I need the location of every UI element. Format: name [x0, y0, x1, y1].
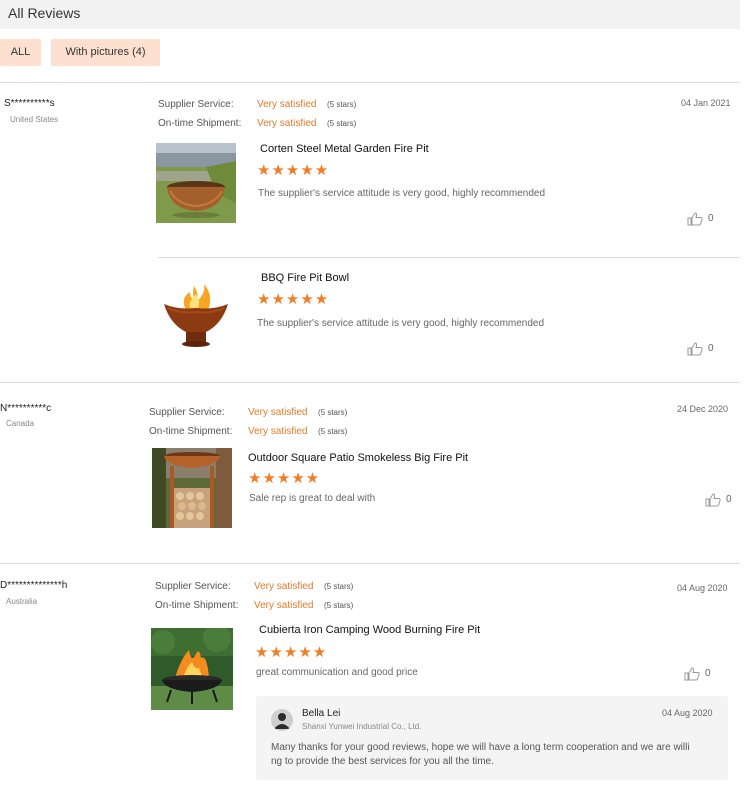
product-name[interactable]: BBQ Fire Pit Bowl [261, 272, 349, 284]
product-name[interactable]: Cubierta Iron Camping Wood Burning Fire … [259, 624, 480, 636]
reviewer-country: Canada [6, 419, 35, 428]
like-button[interactable]: 0 [684, 667, 736, 683]
divider [0, 382, 740, 383]
reply-author-name: Bella Lei [302, 708, 341, 719]
star-rating: ★★★★★ [248, 470, 321, 487]
filter-with-pictures-button[interactable]: With pictures (4) [51, 39, 160, 66]
item-divider [158, 257, 740, 258]
reviewer-name: S**********s [4, 98, 55, 109]
on-time-shipment-stars: (5 stars) [327, 119, 357, 128]
thumbs-up-icon [684, 667, 700, 681]
product-image[interactable] [156, 143, 236, 223]
supplier-service-label: Supplier Service: [149, 407, 225, 418]
on-time-shipment-stars: (5 stars) [324, 601, 354, 610]
product-image[interactable] [152, 448, 232, 528]
thumbs-up-icon [705, 493, 721, 507]
star-rating: ★★★★★ [257, 162, 330, 179]
like-count: 0 [708, 343, 714, 354]
review-comment: The supplier's service attitude is very … [257, 318, 545, 329]
reviewer-name: N**********c [0, 403, 52, 414]
supplier-reply: Bella Lei Shanxi Yunwei Industrial Co., … [256, 696, 728, 780]
review-comment: Sale rep is great to deal with [249, 493, 376, 504]
review-comment: The supplier's service attitude is very … [258, 188, 546, 199]
product-name[interactable]: Outdoor Square Patio Smokeless Big Fire … [248, 452, 468, 464]
supplier-service-label: Supplier Service: [158, 99, 234, 110]
thumbs-up-icon [687, 342, 703, 356]
reply-company: Shanxi Yunwei Industrial Co., Ltd. [302, 722, 422, 731]
filter-all-button[interactable]: ALL [0, 39, 41, 66]
on-time-shipment-value: Very satisfied [248, 426, 308, 437]
on-time-shipment-stars: (5 stars) [318, 427, 348, 436]
like-count: 0 [708, 213, 714, 224]
review-date: 24 Dec 2020 [677, 404, 729, 414]
supplier-service-stars: (5 stars) [324, 582, 354, 591]
supplier-service-value: Very satisfied [248, 407, 308, 418]
on-time-shipment-value: Very satisfied [254, 600, 314, 611]
like-count: 0 [705, 668, 711, 679]
review-date: 04 Jan 2021 [681, 98, 731, 108]
divider [0, 82, 740, 83]
star-rating: ★★★★★ [257, 291, 330, 308]
like-button[interactable]: 0 [687, 212, 739, 228]
on-time-shipment-label: On-time Shipment: [155, 600, 239, 611]
product-image[interactable] [151, 628, 233, 710]
reviewer-country: Australia [6, 597, 38, 606]
product-image[interactable] [156, 278, 236, 358]
on-time-shipment-label: On-time Shipment: [158, 118, 242, 129]
supplier-service-label: Supplier Service: [155, 581, 231, 592]
on-time-shipment-label: On-time Shipment: [149, 426, 233, 437]
reply-date: 04 Aug 2020 [662, 708, 713, 718]
user-avatar-icon [271, 709, 293, 731]
page-title: All Reviews [8, 5, 81, 21]
star-rating: ★★★★★ [255, 644, 328, 661]
supplier-service-stars: (5 stars) [318, 408, 348, 417]
product-name[interactable]: Corten Steel Metal Garden Fire Pit [260, 143, 429, 155]
supplier-service-stars: (5 stars) [327, 100, 357, 109]
reviews-header: All Reviews [0, 0, 740, 29]
review-comment: great communication and good price [256, 667, 418, 678]
like-button[interactable]: 0 [687, 342, 739, 358]
supplier-service-value: Very satisfied [254, 581, 314, 592]
thumbs-up-icon [687, 212, 703, 226]
reply-text-line-2: ng to provide the best services for you … [271, 756, 494, 767]
supplier-service-value: Very satisfied [257, 99, 317, 110]
reviewer-name: D**************h [0, 580, 68, 591]
like-count: 0 [726, 494, 732, 505]
on-time-shipment-value: Very satisfied [257, 118, 317, 129]
like-button[interactable]: 0 [705, 493, 750, 509]
divider [0, 563, 740, 564]
review-date: 04 Aug 2020 [677, 583, 728, 593]
reviewer-country: United States [10, 115, 59, 124]
reply-text-line-1: Many thanks for your good reviews, hope … [271, 742, 690, 753]
